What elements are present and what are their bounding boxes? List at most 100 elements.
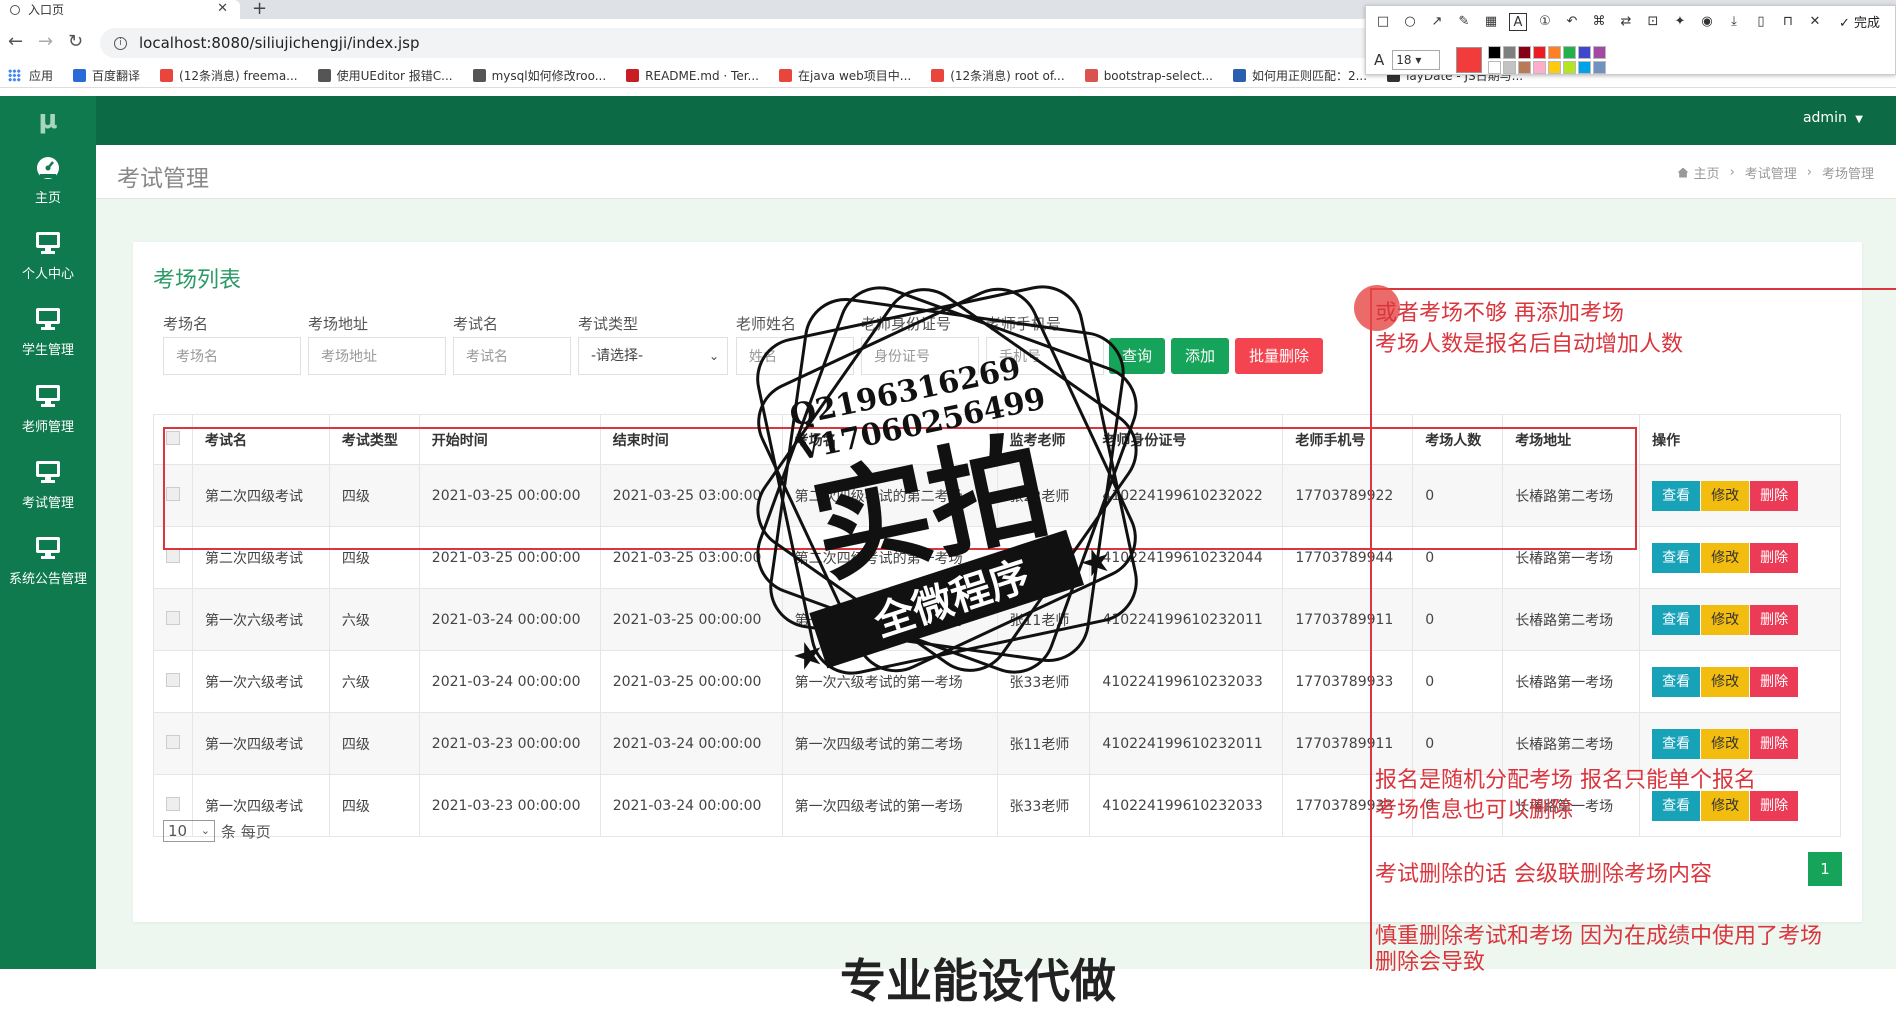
ocr-icon[interactable]: ⊡ bbox=[1644, 13, 1662, 31]
edit-button[interactable]: 修改 bbox=[1701, 480, 1750, 511]
info-icon[interactable]: i bbox=[114, 36, 127, 50]
color-swatch[interactable] bbox=[1533, 61, 1547, 74]
ellipse-tool-icon[interactable]: ○ bbox=[1401, 13, 1419, 31]
record-icon[interactable]: ◉ bbox=[1698, 13, 1716, 31]
download-icon[interactable]: ⤓ bbox=[1725, 13, 1743, 31]
delete-button[interactable]: 删除 bbox=[1750, 790, 1799, 821]
edit-button[interactable]: 修改 bbox=[1701, 604, 1750, 635]
row-checkbox[interactable] bbox=[166, 796, 180, 811]
panel-title: 考场列表 bbox=[153, 268, 242, 293]
bookmark-item[interactable]: mysql如何修改roo... bbox=[472, 67, 606, 84]
bookmark-item[interactable]: 使用UEditor 报错C... bbox=[317, 67, 453, 84]
color-swatch[interactable] bbox=[1563, 61, 1577, 74]
view-button[interactable]: 查看 bbox=[1652, 728, 1701, 759]
back-icon[interactable]: ← bbox=[8, 31, 23, 52]
sidebar: 主页 个人中心 学生管理 老师管理 考试管理系统公告管理 bbox=[0, 145, 96, 969]
row-checkbox[interactable] bbox=[166, 548, 180, 563]
bookmark-item[interactable]: bootstrap-select... bbox=[1084, 69, 1213, 83]
room-address-input[interactable]: 考场地址 bbox=[308, 337, 446, 375]
rectangle-tool-icon[interactable]: □ bbox=[1374, 13, 1392, 31]
bookmark-icon[interactable]: ⊓ bbox=[1779, 13, 1797, 31]
pen-tool-icon[interactable]: ✎ bbox=[1455, 13, 1473, 31]
batch-delete-button[interactable]: 批量删除 bbox=[1235, 338, 1323, 374]
view-button[interactable]: 查看 bbox=[1652, 790, 1701, 821]
color-swatch[interactable] bbox=[1593, 61, 1607, 74]
sidebar-item-1[interactable]: 个人中心 bbox=[0, 221, 96, 297]
current-color-swatch[interactable] bbox=[1456, 47, 1483, 73]
bookmark-item[interactable]: README.md · Ter... bbox=[626, 69, 759, 83]
reload-icon[interactable]: ↻ bbox=[68, 31, 83, 52]
sidebar-item-5[interactable]: 系统公告管理 bbox=[0, 526, 96, 602]
color-swatch[interactable] bbox=[1578, 46, 1592, 59]
font-size-select[interactable]: 18 ▾ bbox=[1392, 50, 1441, 70]
color-swatch[interactable] bbox=[1533, 46, 1547, 59]
color-swatch[interactable] bbox=[1593, 46, 1607, 59]
browser-tab[interactable]: 入口页 ✕ bbox=[0, 0, 240, 19]
edit-button[interactable]: 修改 bbox=[1701, 666, 1750, 697]
undo-icon[interactable]: ↶ bbox=[1563, 13, 1581, 31]
done-button[interactable]: ✓ 完成 bbox=[1839, 12, 1880, 31]
row-checkbox[interactable] bbox=[166, 610, 180, 625]
close-icon[interactable]: ✕ bbox=[1806, 13, 1824, 31]
bookmark-item[interactable]: 如何用正则匹配：2... bbox=[1232, 67, 1368, 84]
pin-icon[interactable]: ⌘ bbox=[1590, 13, 1608, 31]
row-checkbox[interactable] bbox=[166, 734, 180, 749]
row-checkbox[interactable] bbox=[166, 672, 180, 687]
color-swatch[interactable] bbox=[1578, 61, 1592, 74]
color-swatch[interactable] bbox=[1548, 46, 1562, 59]
sidebar-item-4[interactable]: 考试管理 bbox=[0, 450, 96, 526]
color-swatch[interactable] bbox=[1518, 46, 1532, 59]
delete-button[interactable]: 删除 bbox=[1750, 604, 1799, 635]
page-1-button[interactable]: 1 bbox=[1808, 852, 1842, 886]
room-name-input[interactable]: 考场名 bbox=[163, 337, 301, 375]
color-swatch[interactable] bbox=[1488, 61, 1502, 74]
bookmark-apps[interactable]: 应用 bbox=[8, 67, 53, 84]
number-tool-icon[interactable]: ① bbox=[1536, 13, 1554, 31]
delete-button[interactable]: 删除 bbox=[1750, 480, 1799, 511]
table-cell: 410224199610232033 bbox=[1089, 774, 1284, 837]
bookmark-label: 如何用正则匹配：2... bbox=[1251, 69, 1368, 83]
exam-name-input[interactable]: 考试名 bbox=[453, 337, 571, 375]
bookmark-item[interactable]: (12条消息) freema... bbox=[160, 67, 298, 84]
edit-button[interactable]: 修改 bbox=[1701, 728, 1750, 759]
brand-logo[interactable]: μ bbox=[0, 96, 96, 145]
breadcrumb-home[interactable]: 主页 bbox=[1694, 163, 1720, 182]
edit-button[interactable]: 修改 bbox=[1701, 790, 1750, 821]
forward-icon[interactable]: → bbox=[38, 31, 53, 52]
page-size-select[interactable]: 10 ⌄ bbox=[163, 820, 215, 842]
color-swatch[interactable] bbox=[1488, 46, 1502, 59]
view-button[interactable]: 查看 bbox=[1652, 480, 1701, 511]
user-menu[interactable]: admin ▼ bbox=[1803, 110, 1863, 126]
delete-button[interactable]: 删除 bbox=[1750, 728, 1799, 759]
color-swatch[interactable] bbox=[1518, 61, 1532, 74]
sidebar-item-3[interactable]: 老师管理 bbox=[0, 374, 96, 450]
translate-icon[interactable]: ⇄ bbox=[1617, 13, 1635, 31]
sidebar-item-2[interactable]: 学生管理 bbox=[0, 297, 96, 373]
room-address-label: 考场地址 bbox=[308, 315, 369, 333]
delete-button[interactable]: 删除 bbox=[1750, 542, 1799, 573]
magic-icon[interactable]: ✦ bbox=[1671, 13, 1689, 31]
delete-button[interactable]: 删除 bbox=[1750, 666, 1799, 697]
breadcrumb-exam[interactable]: 考试管理 bbox=[1745, 163, 1797, 182]
phone-icon[interactable]: ▯ bbox=[1752, 13, 1770, 31]
view-button[interactable]: 查看 bbox=[1652, 604, 1701, 635]
bookmark-item[interactable]: (12条消息) root of... bbox=[931, 67, 1065, 84]
color-swatch[interactable] bbox=[1503, 61, 1517, 74]
bookmark-item[interactable]: 百度翻译 bbox=[73, 67, 140, 84]
text-tool-icon[interactable]: A bbox=[1509, 12, 1527, 31]
sidebar-item-0[interactable]: 主页 bbox=[0, 145, 96, 221]
new-tab-icon[interactable]: + bbox=[252, 0, 267, 19]
color-swatch[interactable] bbox=[1548, 61, 1562, 74]
color-swatch[interactable] bbox=[1503, 46, 1517, 59]
exam-type-select[interactable]: -请选择- ⌄ bbox=[578, 337, 728, 375]
close-icon[interactable]: ✕ bbox=[217, 1, 228, 16]
view-button[interactable]: 查看 bbox=[1652, 666, 1701, 697]
edit-button[interactable]: 修改 bbox=[1701, 542, 1750, 573]
view-button[interactable]: 查看 bbox=[1652, 542, 1701, 573]
sidebar-item-label: 系统公告管理 bbox=[8, 572, 87, 587]
color-swatch[interactable] bbox=[1563, 46, 1577, 59]
arrow-tool-icon[interactable]: ↗ bbox=[1428, 13, 1446, 31]
bookmark-item[interactable]: 在java web项目中... bbox=[779, 67, 911, 84]
mosaic-tool-icon[interactable]: ▦ bbox=[1482, 13, 1500, 31]
monitor-icon bbox=[36, 537, 60, 559]
